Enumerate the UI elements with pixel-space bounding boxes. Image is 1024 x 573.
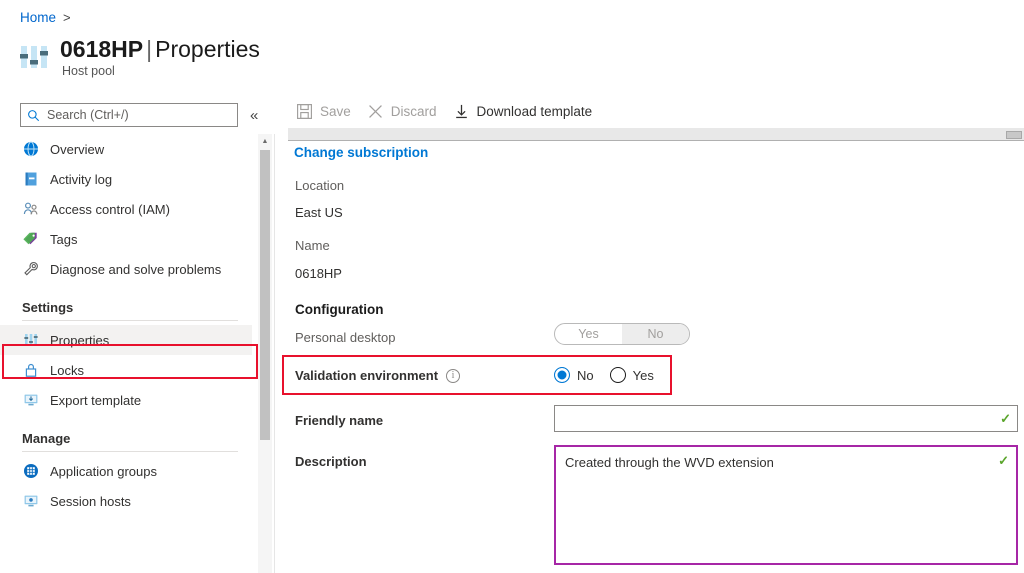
breadcrumb: Home > — [20, 10, 71, 25]
save-label: Save — [320, 104, 351, 119]
download-template-label: Download template — [477, 104, 593, 119]
resource-type-subtitle: Host pool — [60, 64, 260, 78]
validation-environment-label: Validation environment — [295, 368, 438, 383]
sidebar-item-session-hosts[interactable]: Session hosts — [0, 486, 252, 516]
sidebar-item-label: Tags — [50, 232, 77, 247]
session-hosts-icon — [22, 492, 40, 510]
radio-dot-icon — [554, 367, 570, 383]
radio-dot-icon — [610, 367, 626, 383]
change-subscription-link[interactable]: Change subscription — [294, 145, 428, 160]
configuration-heading: Configuration — [295, 302, 383, 317]
friendly-name-input[interactable] — [561, 410, 1000, 427]
scroll-up-arrow-icon[interactable]: ▲ — [258, 134, 272, 148]
sidebar-item-export-template[interactable]: Export template — [0, 385, 252, 415]
collapse-sidebar-button[interactable]: « — [250, 108, 258, 123]
sidebar-item-label: Session hosts — [50, 494, 131, 509]
valid-check-icon: ✓ — [1000, 411, 1011, 427]
lock-icon — [22, 361, 40, 379]
download-template-button[interactable]: Download template — [453, 103, 593, 120]
title-separator: | — [143, 36, 155, 62]
sidebar-scrollbar-thumb[interactable] — [260, 150, 270, 440]
personal-desktop-toggle: Yes No — [554, 323, 690, 345]
sidebar-item-properties[interactable]: Properties — [0, 325, 252, 355]
page-name: Properties — [155, 36, 260, 62]
location-label: Location — [295, 178, 344, 193]
location-value: East US — [295, 205, 343, 220]
host-pool-icon — [18, 40, 52, 76]
description-textarea[interactable] — [563, 452, 993, 558]
sidebar-item-tags[interactable]: Tags — [0, 224, 252, 254]
resource-name: 0618HP — [60, 36, 143, 62]
page-title: 0618HP|Properties — [60, 36, 260, 63]
sidebar-item-label: Properties — [50, 333, 109, 348]
valid-check-icon: ✓ — [998, 453, 1009, 469]
description-field[interactable]: ✓ — [554, 445, 1018, 565]
name-value: 0618HP — [295, 266, 342, 281]
globe-icon — [22, 140, 40, 158]
sidebar-item-label: Diagnose and solve problems — [50, 262, 221, 277]
sidebar-item-activity-log[interactable]: Activity log — [0, 164, 252, 194]
sidebar-scrollbar[interactable]: ▲ — [258, 134, 272, 573]
validation-yes-radio[interactable]: Yes — [610, 367, 654, 383]
breadcrumb-home-link[interactable]: Home — [20, 10, 56, 25]
sidebar-item-application-groups[interactable]: Application groups — [0, 456, 252, 486]
validation-no-radio[interactable]: No — [554, 367, 594, 383]
validation-yes-label: Yes — [633, 368, 654, 383]
info-icon[interactable]: i — [446, 369, 460, 383]
sidebar-group-manage: Manage — [0, 428, 252, 448]
name-label: Name — [295, 238, 330, 253]
sidebar-item-label: Application groups — [50, 464, 157, 479]
sidebar-item-label: Overview — [50, 142, 104, 157]
search-input[interactable] — [45, 107, 231, 123]
sidebar-item-label: Locks — [50, 363, 84, 378]
save-button[interactable]: Save — [296, 103, 351, 120]
sidebar-search-row: « — [20, 103, 258, 127]
validation-no-label: No — [577, 368, 594, 383]
description-label: Description — [295, 454, 367, 469]
personal-desktop-label: Personal desktop — [295, 330, 395, 345]
wrench-icon — [22, 260, 40, 278]
sidebar-item-label: Activity log — [50, 172, 112, 187]
breadcrumb-separator: > — [63, 10, 71, 25]
people-icon — [22, 200, 40, 218]
save-icon — [296, 103, 313, 120]
sidebar-item-access-control[interactable]: Access control (IAM) — [0, 194, 252, 224]
sidebar-item-label: Access control (IAM) — [50, 202, 170, 217]
sidebar-item-overview[interactable]: Overview — [0, 134, 252, 164]
horizontal-scrollbar-thumb[interactable] — [1006, 131, 1022, 139]
friendly-name-field[interactable]: ✓ — [554, 405, 1018, 432]
tag-icon — [22, 230, 40, 248]
command-bar: Save Discard Download template — [296, 103, 592, 120]
personal-desktop-no-option: No — [622, 324, 689, 344]
sidebar-item-locks[interactable]: Locks — [0, 355, 252, 385]
sidebar-group-settings: Settings — [0, 297, 252, 317]
validation-environment-label-group: Validation environment i — [295, 368, 460, 383]
sidebar-content-divider — [274, 134, 275, 573]
app-groups-icon — [22, 462, 40, 480]
sidebar-nav: Overview Activity log Acc — [0, 134, 252, 573]
search-icon — [27, 109, 40, 122]
export-template-icon — [22, 391, 40, 409]
search-box[interactable] — [20, 103, 238, 127]
download-icon — [453, 103, 470, 120]
sliders-icon — [22, 331, 40, 349]
close-icon — [367, 103, 384, 120]
sidebar-item-label: Export template — [50, 393, 141, 408]
discard-button[interactable]: Discard — [367, 103, 437, 120]
content-horizontal-scrollbar[interactable] — [288, 128, 1024, 141]
sidebar-divider — [22, 451, 238, 452]
sidebar-item-diagnose[interactable]: Diagnose and solve problems — [0, 254, 252, 284]
activity-log-icon — [22, 170, 40, 188]
properties-form: Change subscription Location East US Nam… — [288, 141, 1024, 573]
azure-portal-host-pool-properties: Home > 0618HP|Properties Host pool — [0, 0, 1024, 573]
friendly-name-label: Friendly name — [295, 413, 383, 428]
discard-label: Discard — [391, 104, 437, 119]
sidebar-divider — [22, 320, 238, 321]
validation-environment-radio-group: No Yes — [554, 367, 654, 383]
personal-desktop-yes-option: Yes — [555, 324, 622, 344]
page-header: 0618HP|Properties Host pool — [18, 36, 260, 78]
